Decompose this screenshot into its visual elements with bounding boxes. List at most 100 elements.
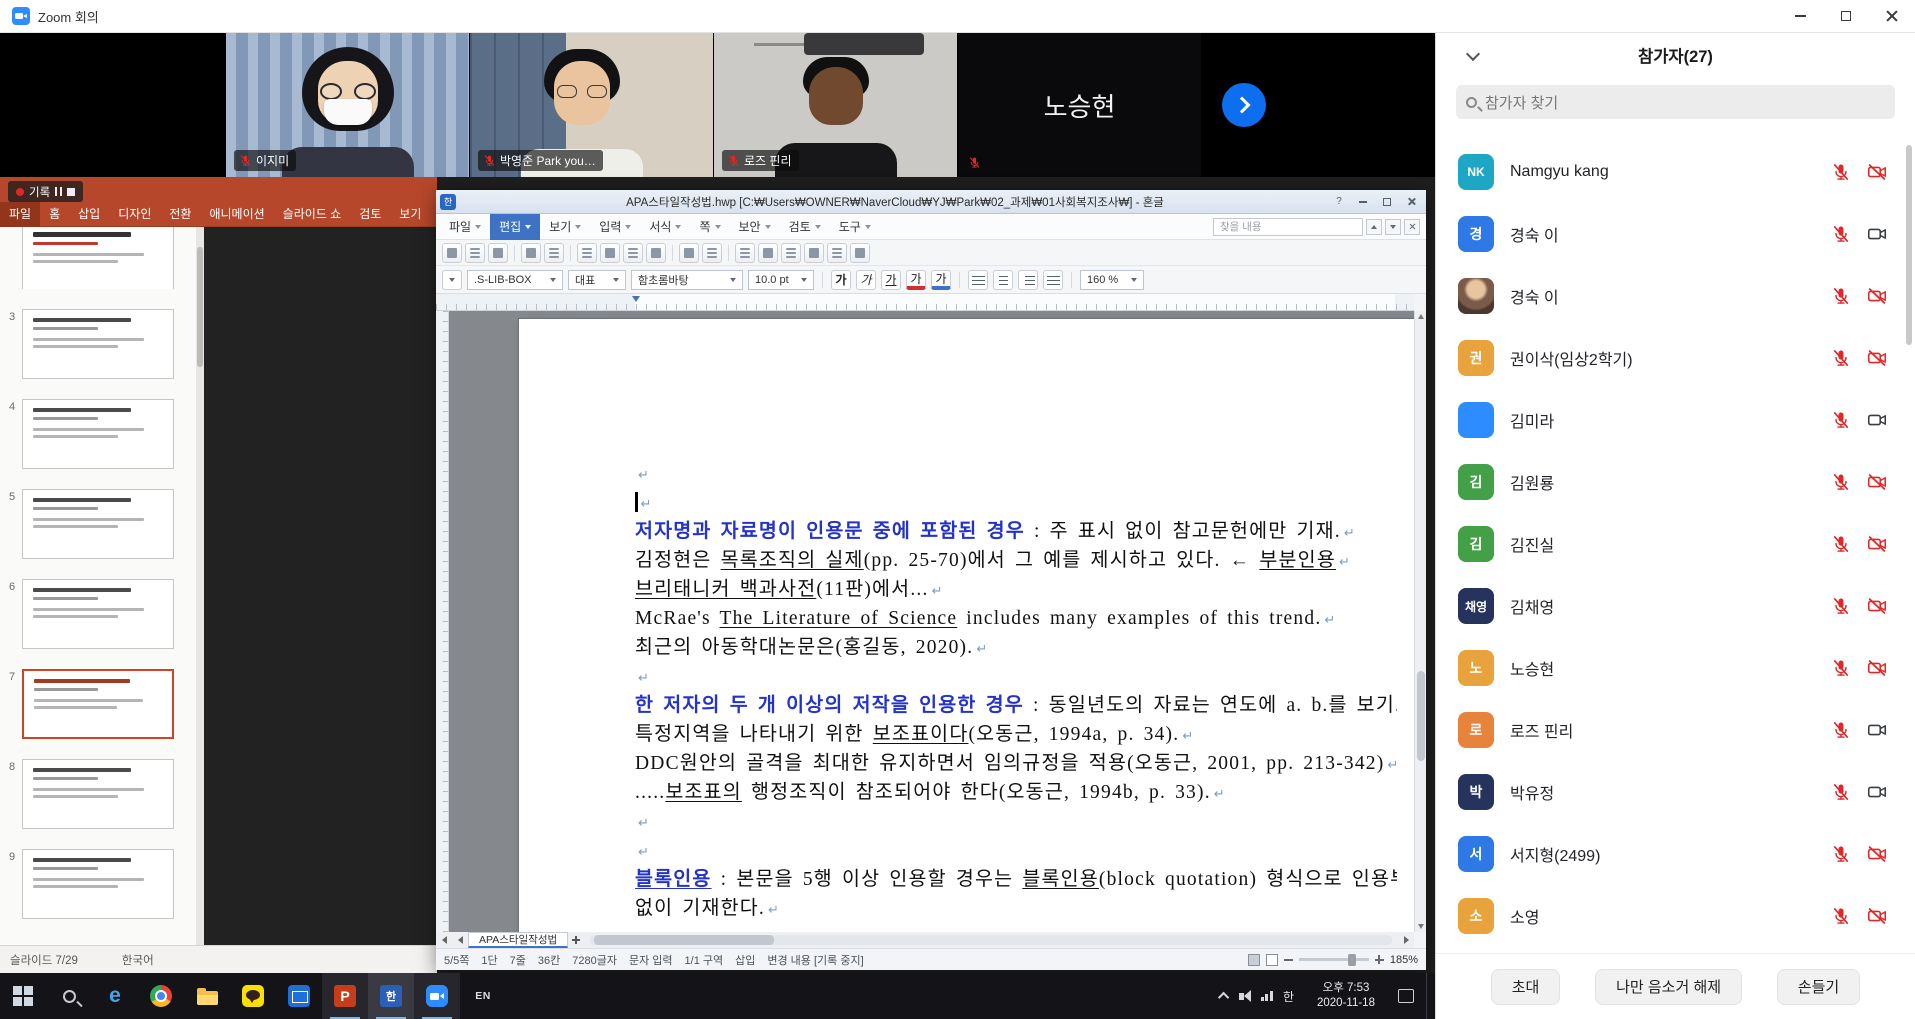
doc-line[interactable]: 한 저자의 두 개 이상의 저작을 인용한 경우 : 동일년도의 자료는 연도에… [635,691,1397,720]
hwp-taskbar-button[interactable]: 한 [368,973,414,1019]
participant-row[interactable]: 소소영 [1436,885,1915,947]
cut-icon[interactable] [577,243,597,263]
font-select[interactable]: 함초롬바탕 [631,270,743,290]
video-off-icon[interactable] [1865,533,1889,555]
mic-muted-icon[interactable] [1829,844,1853,864]
vertical-scrollbar[interactable] [1414,311,1426,932]
mic-muted-icon[interactable] [1829,286,1853,306]
stop-recording-button[interactable] [67,188,75,196]
doc-line[interactable]: 브리태니커 백과사전(11판)에서...↵ [635,575,1397,604]
slide-thumbnail[interactable] [22,309,174,379]
zoom-in-button[interactable] [1375,955,1384,964]
hwp-menu-view[interactable]: 보기 [540,214,590,240]
find-input[interactable]: 찾을 내용 [1213,218,1363,236]
hwp-menu-tools[interactable]: 도구 [830,214,880,240]
close-button[interactable] [1400,193,1422,211]
doc-line[interactable]: 최근의 아동학대논문은(홍길동, 2020).↵ [635,633,1397,662]
doc-line[interactable]: ↵ [635,836,1397,865]
zoom-level[interactable]: 185% [1390,954,1418,966]
next-videos-button[interactable] [1222,83,1266,127]
slide-thumbnail[interactable] [22,669,174,739]
mic-muted-icon[interactable] [1829,472,1853,492]
zoom-out-button[interactable] [1284,959,1293,961]
ppt-slide-canvas[interactable] [204,227,437,945]
open-icon[interactable] [465,243,485,263]
horizontal-scrollbar[interactable] [590,935,1392,945]
video-on-icon[interactable] [1865,223,1889,245]
ribbon-tab-design[interactable]: 디자인 [109,202,160,227]
zoom-slider[interactable] [1299,958,1369,961]
file-explorer-button[interactable] [184,973,230,1019]
ribbon-tab-home[interactable]: 홈 [40,202,69,227]
font-color-button[interactable]: 가 [906,270,926,290]
pause-recording-button[interactable] [55,187,62,196]
add-tab-button[interactable] [568,932,584,948]
participant-row[interactable]: 김김원룡 [1436,451,1915,513]
hwp-menu-review[interactable]: 검토 [780,214,830,240]
language-indicator[interactable]: 한국어 [122,952,154,968]
video-off-icon[interactable] [1865,161,1889,183]
mail-button[interactable] [276,973,322,1019]
participant-row[interactable]: NKNamgyu kang [1436,141,1915,203]
doc-line[interactable]: 없이 기재한다.↵ [635,894,1397,923]
hwp-menu-security[interactable]: 보안 [730,214,780,240]
slider-handle[interactable] [1348,954,1356,966]
picture-icon[interactable] [781,243,801,263]
collapse-panel-icon[interactable] [1466,47,1480,61]
hwp-titlebar[interactable]: 한 APA스타일작성법.hwp [C:₩Users₩OWNER₩NaverClo… [436,190,1426,214]
paste-icon[interactable] [623,243,643,263]
hwp-document-area[interactable]: ↵↵저자명과 자료명이 인용문 중에 포함된 경우 : 주 표시 없이 참고문헌… [449,311,1414,932]
full-view-icon[interactable] [1266,954,1278,966]
minimize-button[interactable] [1352,193,1374,211]
vertical-ruler[interactable] [436,311,449,932]
align-center-button[interactable] [993,270,1013,290]
video-tile-2-active-speaker[interactable]: 박영준 Park you… [470,33,714,177]
print-icon[interactable] [521,243,541,263]
doc-line[interactable]: 블록인용 : 본문을 5행 이상 인용할 경우는 블록인용(block quot… [635,865,1397,894]
ime-indicator[interactable]: 한 [1283,988,1294,1005]
new-doc-icon[interactable] [442,243,462,263]
doc-line[interactable]: ↵ [635,662,1397,691]
participant-row[interactable]: 로로즈 핀리 [1436,699,1915,761]
doc-line[interactable]: ↵ [635,807,1397,836]
slide-thumbnail[interactable] [22,849,174,919]
doc-line[interactable]: 특정지역을 나타내기 위한 보조표이다(오동근, 1994a, p. 34).↵ [635,720,1397,749]
action-center-icon[interactable] [1398,989,1414,1003]
doc-line[interactable]: ↵ [635,459,1397,488]
ribbon-tab-file[interactable]: 파일 [0,202,40,227]
doc-line[interactable]: McRae's The Literature of Science includ… [635,604,1397,633]
slide-panel-scrollbar[interactable] [196,227,204,945]
video-off-icon[interactable] [1865,347,1889,369]
minimize-button[interactable] [1777,0,1823,33]
first-tab-button[interactable] [436,932,452,948]
highlight-color-button[interactable]: 가 [931,270,951,290]
mic-muted-icon[interactable] [1829,596,1853,616]
table-icon[interactable] [758,243,778,263]
undo-icon[interactable] [679,243,699,263]
mic-muted-icon[interactable] [1829,782,1853,802]
align-justify-button[interactable] [1043,270,1063,290]
doc-line[interactable]: ↵ [635,488,1397,517]
slide-thumbnail[interactable] [22,579,174,649]
volume-icon[interactable] [1239,990,1251,1002]
redo-icon[interactable] [702,243,722,263]
find-next-button[interactable] [1385,219,1401,235]
participant-row[interactable]: 경숙 이 [1436,265,1915,327]
doc-line[interactable]: DDC원안의 골격을 최대한 유지하면서 임의규정을 적용(오동근, 2001,… [635,749,1397,778]
doc-line[interactable]: .....보조표의 행정조직이 참조되어야 한다(오동근, 1994b, p. … [635,778,1397,807]
ribbon-tab-insert[interactable]: 삽입 [69,202,109,227]
copy-icon[interactable] [600,243,620,263]
chrome-button[interactable] [138,973,184,1019]
video-tile-3[interactable]: 로즈 핀리 [714,33,958,177]
find-icon[interactable] [735,243,755,263]
scroll-right-button[interactable] [1398,932,1414,948]
participant-row[interactable]: 채영김채영 [1436,575,1915,637]
align-left-button[interactable] [968,270,988,290]
align-right-button[interactable] [1018,270,1038,290]
ribbon-tab-transitions[interactable]: 전환 [160,202,200,227]
hyperlink-icon[interactable] [827,243,847,263]
hwp-document-text[interactable]: ↵↵저자명과 자료명이 인용문 중에 포함된 경우 : 주 표시 없이 참고문헌… [635,459,1397,923]
video-tile-1[interactable]: 이지미 [226,33,470,177]
scrollbar-thumb[interactable] [594,935,774,945]
slide-thumbnail[interactable] [22,489,174,559]
